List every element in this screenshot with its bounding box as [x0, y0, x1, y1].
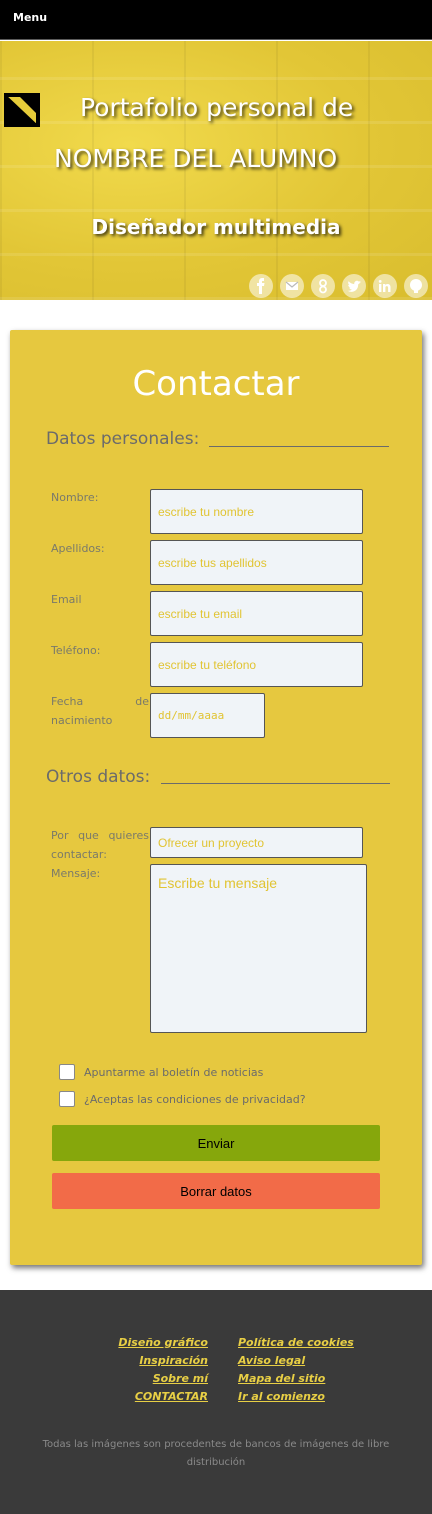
label-apellidos: Apellidos: — [51, 542, 105, 555]
fecha-nacimiento-input[interactable]: dd/mm/aaaa — [150, 693, 265, 738]
section-divider — [209, 446, 389, 447]
label-mensaje: Mensaje: — [51, 867, 101, 880]
github-icon[interactable] — [404, 274, 428, 298]
facebook-icon[interactable] — [249, 274, 273, 298]
label-motivo-line-1: Por que quieres — [51, 829, 149, 842]
logo-icon — [4, 93, 40, 127]
footer-link-inspiracion[interactable]: Inspiración — [139, 1354, 208, 1367]
footer-link-sobre-mi[interactable]: Sobre mí — [153, 1372, 208, 1385]
label-fecha-line-2: nacimiento — [51, 714, 113, 727]
footer-link-ir-comienzo[interactable]: Ir al comienzo — [238, 1390, 325, 1403]
label-telefono: Teléfono: — [51, 644, 101, 657]
footer-link-mapa-sitio[interactable]: Mapa del sitio — [238, 1372, 325, 1385]
footer-image-credits: Todas las imágenes son procedentes de ba… — [42, 1439, 390, 1468]
label-email: Email — [51, 593, 82, 606]
newsletter-checkbox[interactable] — [59, 1064, 75, 1080]
footer: Diseño gráfico Inspiración Sobre mí CONT… — [0, 1290, 432, 1514]
apellidos-input[interactable]: escribe tus apellidos — [150, 540, 363, 585]
hero-banner: Portafolio personal de NOMBRE DEL ALUMNO… — [0, 41, 432, 300]
nombre-input[interactable]: escribe tu nombre — [150, 489, 363, 534]
footer-link-contactar[interactable]: CONTACTAR — [135, 1390, 208, 1403]
hero-subtitle: Diseñador multimedia — [91, 215, 341, 239]
footer-link-diseno-grafico[interactable]: Diseño gráfico — [118, 1336, 208, 1349]
section-other-data: Otros datos: — [46, 767, 151, 787]
label-motivo-line-2: contactar: — [51, 848, 107, 861]
privacy-checkbox[interactable] — [59, 1091, 75, 1107]
privacy-label: ¿Aceptas las condiciones de privacidad? — [84, 1093, 306, 1106]
motivo-select[interactable]: Ofrecer un proyecto — [150, 827, 363, 858]
section-divider — [161, 783, 390, 784]
section-personal-data: Datos personales: — [46, 429, 200, 449]
submit-button[interactable]: Enviar — [52, 1125, 380, 1161]
hero-title-line-1: Portafolio personal de — [80, 93, 354, 122]
label-nombre: Nombre: — [51, 491, 99, 504]
google-plus-icon[interactable] — [311, 274, 335, 298]
newsletter-label: Apuntarme al boletín de noticias — [84, 1066, 264, 1079]
linkedin-icon[interactable] — [373, 274, 397, 298]
menu-button[interactable]: Menu — [13, 11, 47, 24]
contact-form-card: Contactar Datos personales: Nombre: escr… — [10, 330, 422, 1265]
top-nav-bar: Menu — [0, 0, 432, 40]
twitter-icon[interactable] — [342, 274, 366, 298]
label-fecha-line-1: Fecha de — [51, 695, 149, 708]
reset-button[interactable]: Borrar datos — [52, 1173, 380, 1209]
telefono-input[interactable]: escribe tu teléfono — [150, 642, 363, 687]
mensaje-textarea[interactable]: Escribe tu mensaje — [150, 864, 367, 1033]
footer-link-aviso-legal[interactable]: Aviso legal — [238, 1354, 305, 1367]
email-input[interactable]: escribe tu email — [150, 591, 363, 636]
form-title: Contactar — [132, 364, 300, 404]
footer-link-cookies[interactable]: Política de cookies — [238, 1336, 354, 1349]
hero-title-line-2: NOMBRE DEL ALUMNO — [54, 144, 338, 173]
email-icon[interactable] — [280, 274, 304, 298]
